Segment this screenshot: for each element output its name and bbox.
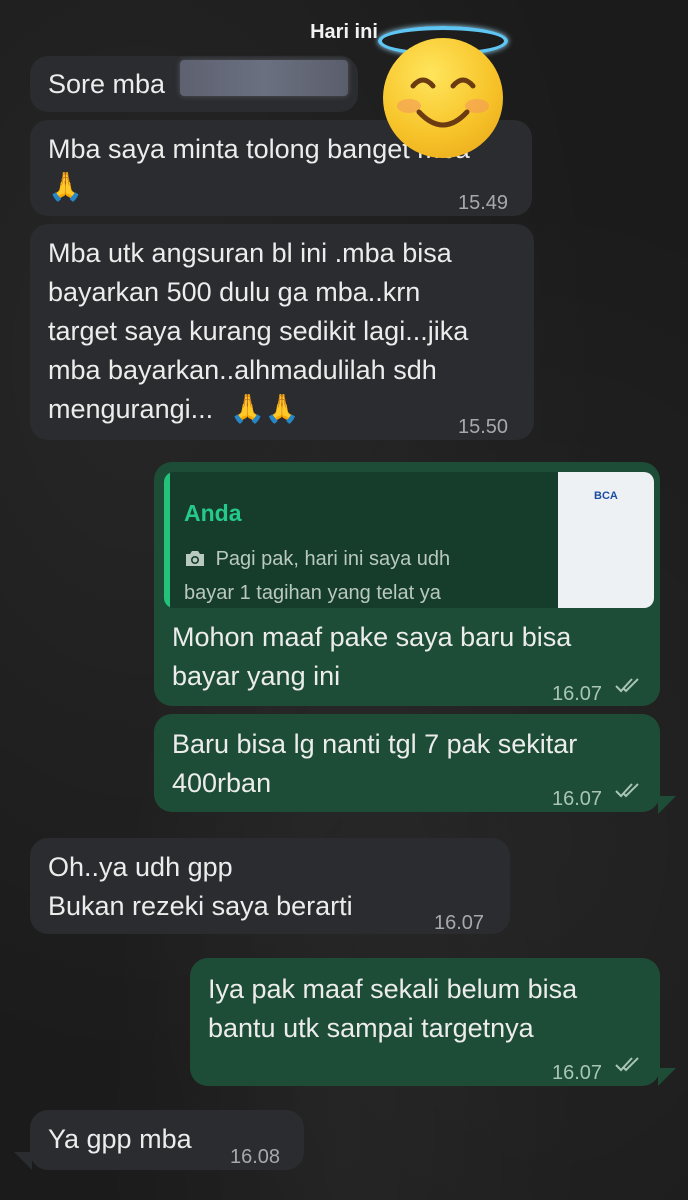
message-bubble-outgoing[interactable]: Baru bisa lg nanti tgl 7 pak sekitar 400… — [154, 714, 660, 812]
message-bubble-incoming[interactable]: Mba utk angsuran bl ini .mba bisa bayark… — [30, 224, 534, 440]
message-time: 16.07 — [434, 912, 485, 934]
bubble-tail — [14, 1152, 32, 1170]
message-text: Baru bisa lg nanti tgl 7 pak sekitar — [172, 729, 578, 759]
quoted-sender: Anda — [184, 500, 242, 526]
pray-emoji: 🙏🙏 — [230, 392, 300, 425]
message-time: 15.50 — [458, 416, 509, 438]
double-check-icon — [615, 783, 639, 798]
message-bubble-outgoing[interactable]: Iya pak maaf sekali belum bisa bantu utk… — [190, 958, 660, 1086]
message-text: Mohon maaf pake saya baru bisa — [172, 622, 572, 652]
quoted-image-thumbnail: BCA — [558, 472, 654, 608]
double-check-icon — [615, 678, 639, 693]
message-text: bayarkan 500 dulu ga mba..krn — [48, 277, 421, 307]
quoted-text: bayar 1 tagihan yang telat ya — [184, 582, 441, 604]
emoji-face-features — [397, 77, 489, 128]
quote-accent-bar — [164, 472, 170, 608]
message-text: Oh..ya udh gpp — [48, 852, 233, 882]
quoted-text: Pagi pak, hari ini saya udh — [215, 548, 451, 570]
message-text: 400rban — [172, 768, 272, 798]
bubble-tail — [658, 1068, 676, 1086]
message-text: Bukan rezeki saya berarti — [48, 891, 353, 921]
message-time: 15.49 — [458, 192, 509, 214]
bubble-tail — [658, 796, 676, 814]
message-time: 16.07 — [552, 683, 603, 705]
message-text: target saya kurang sedikit lagi...jika — [48, 316, 469, 346]
message-text: Iya pak maaf sekali belum bisa — [208, 974, 578, 1004]
message-text: mengurangi... — [48, 394, 214, 424]
double-check-icon — [615, 1057, 639, 1072]
message-text: mba bayarkan..alhmadulilah sdh — [48, 355, 437, 385]
thumbnail-logo: BCA — [594, 490, 618, 502]
quoted-reply[interactable]: Anda Pagi pak, hari ini saya udh bayar 1… — [164, 472, 654, 608]
message-time: 16.07 — [552, 788, 603, 810]
message-text: bayar yang ini — [172, 661, 341, 691]
message-bubble-incoming[interactable]: Oh..ya udh gpp Bukan rezeki saya berarti… — [30, 838, 510, 934]
camera-icon — [186, 551, 204, 566]
message-bubble-outgoing[interactable]: Anda Pagi pak, hari ini saya udh bayar 1… — [154, 462, 660, 706]
smiling-face-with-halo-emoji — [383, 38, 503, 158]
message-text: Sore mba — [48, 69, 166, 99]
message-bubble-incoming[interactable]: Sore mba — [30, 56, 358, 112]
message-time: 16.08 — [230, 1146, 281, 1168]
message-text: Ya gpp mba — [48, 1124, 192, 1154]
pray-emoji: 🙏 — [48, 170, 83, 203]
quoted-line: Pagi pak, hari ini saya udh — [184, 540, 450, 578]
message-bubble-incoming[interactable]: Ya gpp mba 16.08 — [30, 1110, 304, 1170]
message-time: 16.07 — [552, 1062, 603, 1084]
redacted-name — [180, 60, 348, 96]
message-text: bantu utk sampai targetnya — [208, 1013, 534, 1043]
message-text: Mba utk angsuran bl ini .mba bisa — [48, 238, 452, 268]
